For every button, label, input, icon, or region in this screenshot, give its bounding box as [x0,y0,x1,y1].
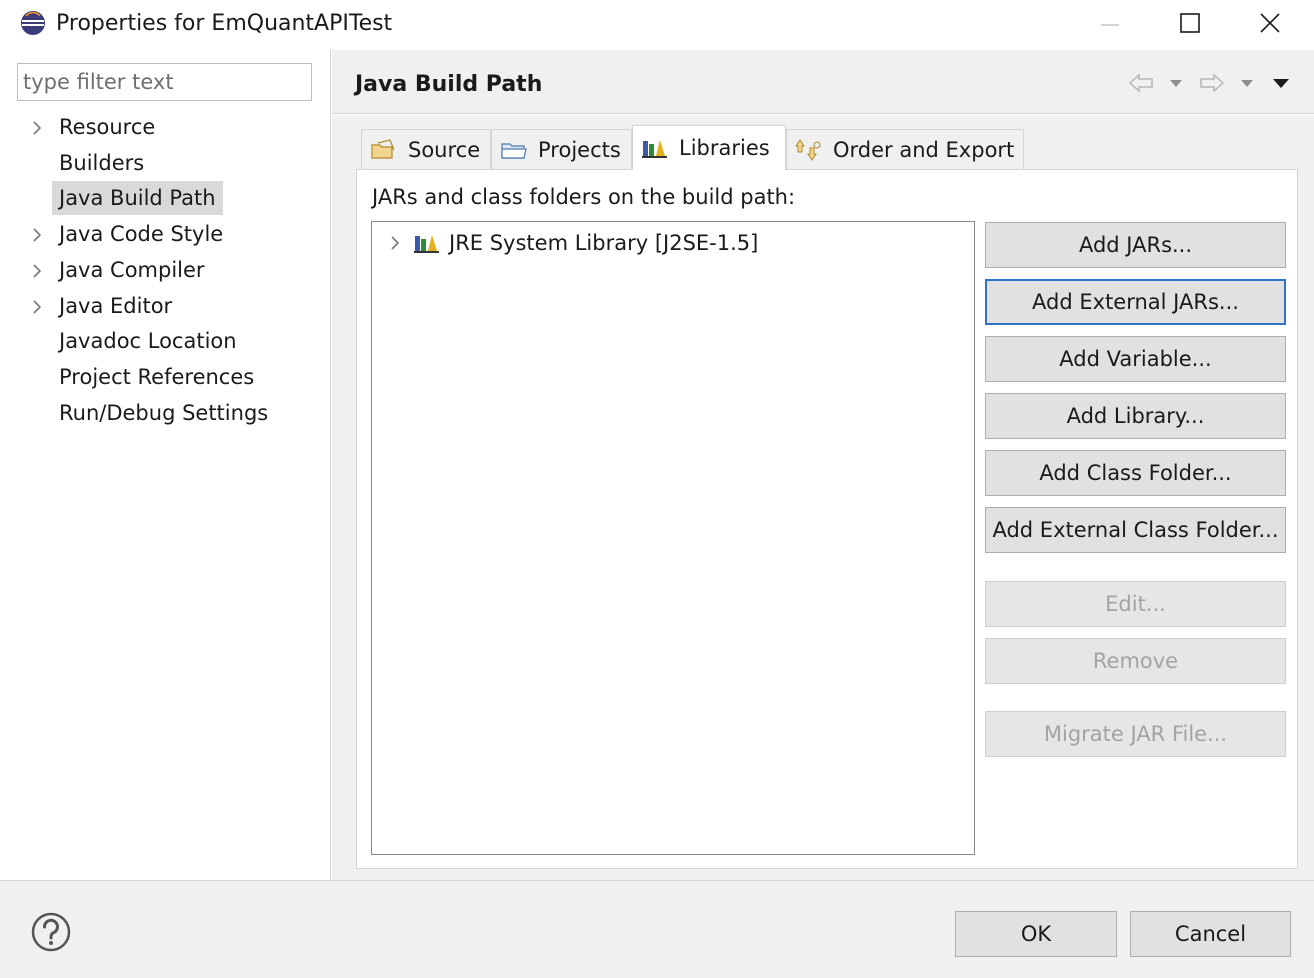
add-variable-button[interactable]: Add Variable... [985,336,1286,382]
close-button[interactable] [1230,0,1310,46]
tree-item-label: JRE System Library [J2SE-1.5] [449,231,759,255]
source-folder-icon [370,138,398,161]
cancel-button[interactable]: Cancel [1130,911,1291,957]
nav-item-project-references[interactable]: Project References [52,360,261,394]
tab-label: Projects [538,137,621,162]
libraries-tree[interactable] [371,221,975,855]
tab-projects[interactable]: Projects [491,129,632,169]
expand-chevron-icon[interactable] [28,298,46,316]
tree-item-jre-system-library[interactable]: JRE System Library [J2SE-1.5] [386,228,758,258]
add-external-jars-button[interactable]: Add External JARs... [985,279,1286,325]
maximize-icon [1180,13,1200,33]
ok-button[interactable]: OK [955,911,1117,957]
nav-item-run-debug-settings[interactable]: Run/Debug Settings [52,396,275,430]
nav-item-java-code-style[interactable]: Java Code Style [52,217,230,251]
help-icon[interactable] [30,911,72,953]
tab-libraries[interactable]: Libraries [632,125,786,170]
expand-chevron-icon[interactable] [28,262,46,280]
nav-item-java-editor[interactable]: Java Editor [52,289,179,323]
tab-label: Order and Export [833,137,1015,162]
migrate-jar-button[interactable]: Migrate JAR File... [985,711,1286,757]
nav-item-javadoc-location[interactable]: Javadoc Location [52,324,244,358]
view-menu-icon[interactable] [1270,70,1292,96]
minimize-button[interactable] [1070,0,1150,46]
filter-input[interactable] [17,63,312,101]
order-export-icon [795,138,823,162]
expand-chevron-icon[interactable] [28,119,46,137]
forward-arrow-icon[interactable] [1197,70,1227,96]
add-jars-button[interactable]: Add JARs... [985,222,1286,268]
dropdown-icon[interactable] [1237,70,1257,96]
libraries-label: JARs and class folders on the build path… [372,185,796,209]
navigation-panel [0,50,331,880]
back-arrow-icon[interactable] [1126,70,1156,96]
minimize-icon [1101,24,1119,26]
nav-item-resource[interactable]: Resource [52,110,162,144]
edit-button[interactable]: Edit... [985,581,1286,627]
page-title: Java Build Path [355,72,543,97]
tab-label: Source [408,137,481,162]
expand-chevron-icon[interactable] [386,234,404,252]
nav-item-builders[interactable]: Builders [52,146,151,180]
maximize-button[interactable] [1150,0,1230,46]
add-external-class-folder-button[interactable]: Add External Class Folder... [985,507,1286,553]
tab-source[interactable]: Source [361,129,491,169]
tab-label: Libraries [679,136,770,160]
projects-folder-icon [500,139,528,161]
add-library-button[interactable]: Add Library... [985,393,1286,439]
libraries-icon [641,137,669,159]
library-icon [413,232,441,254]
dropdown-icon[interactable] [1166,70,1186,96]
window-title: Properties for EmQuantAPITest [56,11,393,36]
add-class-folder-button[interactable]: Add Class Folder... [985,450,1286,496]
expand-chevron-icon[interactable] [28,226,46,244]
remove-button[interactable]: Remove [985,638,1286,684]
nav-item-java-build-path[interactable]: Java Build Path [52,181,223,215]
eclipse-icon [20,10,46,36]
nav-item-java-compiler[interactable]: Java Compiler [52,253,212,287]
close-icon [1260,13,1280,33]
tab-order-and-export[interactable]: Order and Export [786,129,1024,169]
